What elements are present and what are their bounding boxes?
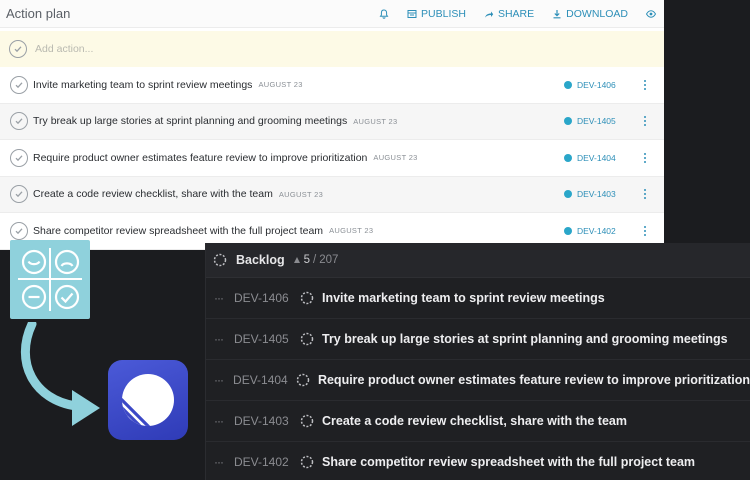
backlog-panel: Backlog 5 / 207 ··· DEV-1406 Invite market… <box>205 243 750 480</box>
linear-logo-icon <box>108 360 188 440</box>
share-label: SHARE <box>497 7 535 20</box>
linear-issue-icon <box>564 153 572 162</box>
linear-issue-icon <box>564 226 572 235</box>
linked-issue-id: DEV-1402 <box>577 225 616 236</box>
kebab-menu-icon[interactable] <box>640 116 650 127</box>
issue-title[interactable]: Share competitor review spreadsheet with… <box>322 455 695 469</box>
action-item[interactable]: Create a code review checklist, share wi… <box>0 176 664 213</box>
backlog-row[interactable]: ··· DEV-1405 Try break up large stories at… <box>206 319 750 360</box>
backlog-row[interactable]: ··· DEV-1404 Require product owner estimat… <box>206 360 750 401</box>
linked-issue-link[interactable]: DEV-1404 <box>564 153 626 163</box>
backlog-row[interactable]: ··· DEV-1402 Share competitor review sprea… <box>206 442 750 480</box>
backlog-count-separator: / <box>313 254 317 266</box>
eye-icon <box>646 9 656 18</box>
backlog-list: ··· DEV-1406 Invite marketing team to spri… <box>206 278 750 480</box>
action-item[interactable]: Try break up large stories at sprint pla… <box>0 103 664 140</box>
action-item-text[interactable]: Require product owner estimates feature … <box>33 152 367 164</box>
backlog-status-icon[interactable] <box>300 291 314 305</box>
action-item-date: AUGUST 23 <box>278 189 324 199</box>
linked-issue-id: DEV-1406 <box>577 79 616 90</box>
kebab-menu-icon[interactable] <box>640 225 650 236</box>
backlog-row[interactable]: ··· DEV-1403 Create a code review checklis… <box>206 401 750 442</box>
retrospective-icon <box>10 240 90 319</box>
action-item-date: AUGUST 23 <box>329 226 374 236</box>
action-item-text[interactable]: Try break up large stories at sprint pla… <box>33 115 347 127</box>
issue-title[interactable]: Require product owner estimates feature … <box>318 373 750 387</box>
backlog-count-current: 5 <box>303 254 311 266</box>
publish-label: PUBLISH <box>421 7 466 20</box>
download-button[interactable]: DOWNLOAD <box>552 8 628 20</box>
kebab-menu-icon[interactable] <box>640 79 650 90</box>
check-circle-icon[interactable] <box>10 148 28 167</box>
share-button[interactable]: SHARE <box>484 8 534 20</box>
linked-issue-link[interactable]: DEV-1406 <box>564 80 626 90</box>
download-icon <box>553 9 561 18</box>
check-circle-icon[interactable] <box>10 75 28 94</box>
issue-id: DEV-1405 <box>234 332 289 346</box>
action-item-text[interactable]: Invite marketing team to sprint review m… <box>33 79 252 91</box>
action-item-text[interactable]: Share competitor review spreadsheet with… <box>33 225 323 237</box>
curved-arrow-icon <box>20 322 100 426</box>
issue-id: DEV-1403 <box>234 414 289 428</box>
action-list: Invite marketing team to sprint review m… <box>0 67 664 250</box>
linked-issue-id: DEV-1404 <box>577 152 616 163</box>
issue-title[interactable]: Create a code review checklist, share wi… <box>322 414 627 428</box>
row-menu-button[interactable]: ··· <box>214 332 234 346</box>
backlog-status-icon[interactable] <box>300 332 314 346</box>
backlog-count-total: 207 <box>319 254 339 266</box>
share-icon <box>484 11 494 17</box>
linear-issue-icon <box>564 190 572 199</box>
action-item[interactable]: Require product owner estimates feature … <box>0 140 664 177</box>
backlog-count: 5 / 207 <box>293 254 339 266</box>
row-menu-button[interactable]: ··· <box>214 373 233 387</box>
action-item-text[interactable]: Create a code review checklist, share wi… <box>33 188 273 200</box>
linear-issue-icon <box>564 117 572 126</box>
check-circle-icon[interactable] <box>10 221 28 240</box>
backlog-row[interactable]: ··· DEV-1406 Invite marketing team to spri… <box>206 278 750 319</box>
issue-title[interactable]: Invite marketing team to sprint review m… <box>322 291 605 305</box>
linked-issue-id: DEV-1403 <box>577 189 616 200</box>
linked-issue-link[interactable]: DEV-1405 <box>564 116 626 126</box>
action-plan-panel: Action plan PUBLISH SHARE DOWNLOAD Add a… <box>0 0 664 250</box>
check-circle-icon <box>9 40 27 58</box>
add-action-row[interactable]: Add action... <box>0 31 664 67</box>
row-menu-button[interactable]: ··· <box>214 291 234 305</box>
kebab-menu-icon[interactable] <box>640 189 650 200</box>
linked-issue-link[interactable]: DEV-1402 <box>564 226 626 236</box>
row-menu-button[interactable]: ··· <box>214 414 234 428</box>
action-item-date: AUGUST 23 <box>258 80 303 90</box>
issue-id: DEV-1402 <box>234 455 289 469</box>
header-actions: PUBLISH SHARE DOWNLOAD <box>379 8 656 20</box>
action-item-date: AUGUST 23 <box>353 116 398 126</box>
kebab-menu-icon[interactable] <box>640 152 650 163</box>
linear-issue-icon <box>564 80 572 89</box>
linked-issue-id: DEV-1405 <box>577 116 616 127</box>
backlog-header[interactable]: Backlog 5 / 207 <box>206 243 750 278</box>
action-item-date: AUGUST 23 <box>373 153 418 163</box>
notifications-button[interactable] <box>379 8 389 19</box>
check-circle-icon[interactable] <box>10 112 28 131</box>
add-action-input[interactable]: Add action... <box>35 43 93 55</box>
action-item[interactable]: Invite marketing team to sprint review m… <box>0 67 664 104</box>
issue-id: DEV-1406 <box>234 291 289 305</box>
issue-title[interactable]: Try break up large stories at sprint pla… <box>322 332 728 346</box>
publish-button[interactable]: PUBLISH <box>407 8 466 20</box>
preview-button[interactable] <box>646 9 656 19</box>
publish-icon <box>407 9 417 18</box>
check-circle-icon[interactable] <box>10 185 28 204</box>
backlog-status-icon[interactable] <box>300 414 314 428</box>
backlog-status-icon[interactable] <box>300 455 314 469</box>
issue-id: DEV-1404 <box>233 373 288 387</box>
row-menu-button[interactable]: ··· <box>214 455 234 469</box>
backlog-status-icon[interactable] <box>296 373 310 387</box>
backlog-title: Backlog <box>236 253 285 267</box>
backlog-status-icon <box>213 253 227 267</box>
linked-issue-link[interactable]: DEV-1403 <box>564 189 626 199</box>
action-plan-header: Action plan PUBLISH SHARE DOWNLOAD <box>0 0 664 28</box>
filter-icon <box>293 257 300 263</box>
page-title: Action plan <box>6 6 71 21</box>
download-label: DOWNLOAD <box>566 7 628 20</box>
bell-icon <box>379 8 389 19</box>
